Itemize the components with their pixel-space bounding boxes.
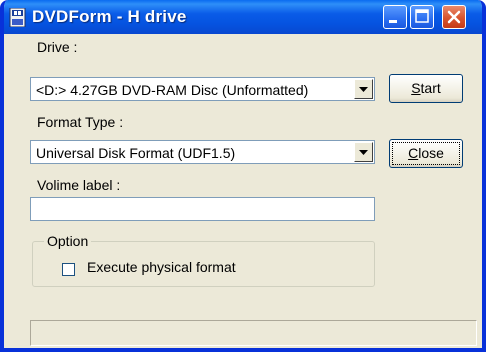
format-type-selected-value: Universal Disk Format (UDF1.5) (36, 145, 236, 161)
close-mnemonic: C (408, 145, 419, 161)
status-bar (30, 320, 477, 346)
chevron-down-icon (359, 87, 368, 92)
drive-selected-value: <D:> 4.27GB DVD-RAM Disc (Unformatted) (36, 82, 309, 98)
title-bar[interactable]: DVDForm - H drive (4, 0, 482, 34)
window-title: DVDForm - H drive (32, 7, 187, 26)
option-group-legend: Option (44, 233, 92, 249)
format-type-dropdown-button[interactable] (354, 142, 373, 162)
execute-physical-format-label[interactable]: Execute physical format (87, 259, 236, 275)
volume-label-input[interactable] (30, 197, 375, 221)
format-type-label: Format Type : (37, 114, 124, 130)
close-icon (447, 10, 461, 24)
close-window-button[interactable] (442, 5, 466, 29)
close-button[interactable]: Close (389, 139, 463, 168)
volume-label-label: Volime label : (37, 177, 121, 193)
drive-select[interactable]: <D:> 4.27GB DVD-RAM Disc (Unformatted) (30, 77, 375, 101)
execute-physical-format-checkbox[interactable] (62, 263, 75, 276)
minimize-button[interactable] (383, 5, 407, 29)
format-type-select[interactable]: Universal Disk Format (UDF1.5) (30, 140, 375, 164)
minimize-icon (389, 20, 397, 23)
dvd-app-icon (9, 8, 26, 27)
start-button[interactable]: Start (389, 74, 463, 103)
drive-dropdown-button[interactable] (354, 79, 373, 99)
start-mnemonic: S (411, 80, 421, 96)
dvdform-window: DVDForm - H drive Drive : <D:> 4.27GB DV… (0, 0, 486, 352)
maximize-icon (415, 9, 429, 23)
drive-label: Drive : (37, 39, 78, 55)
chevron-down-icon (359, 150, 368, 155)
maximize-button[interactable] (410, 5, 434, 29)
